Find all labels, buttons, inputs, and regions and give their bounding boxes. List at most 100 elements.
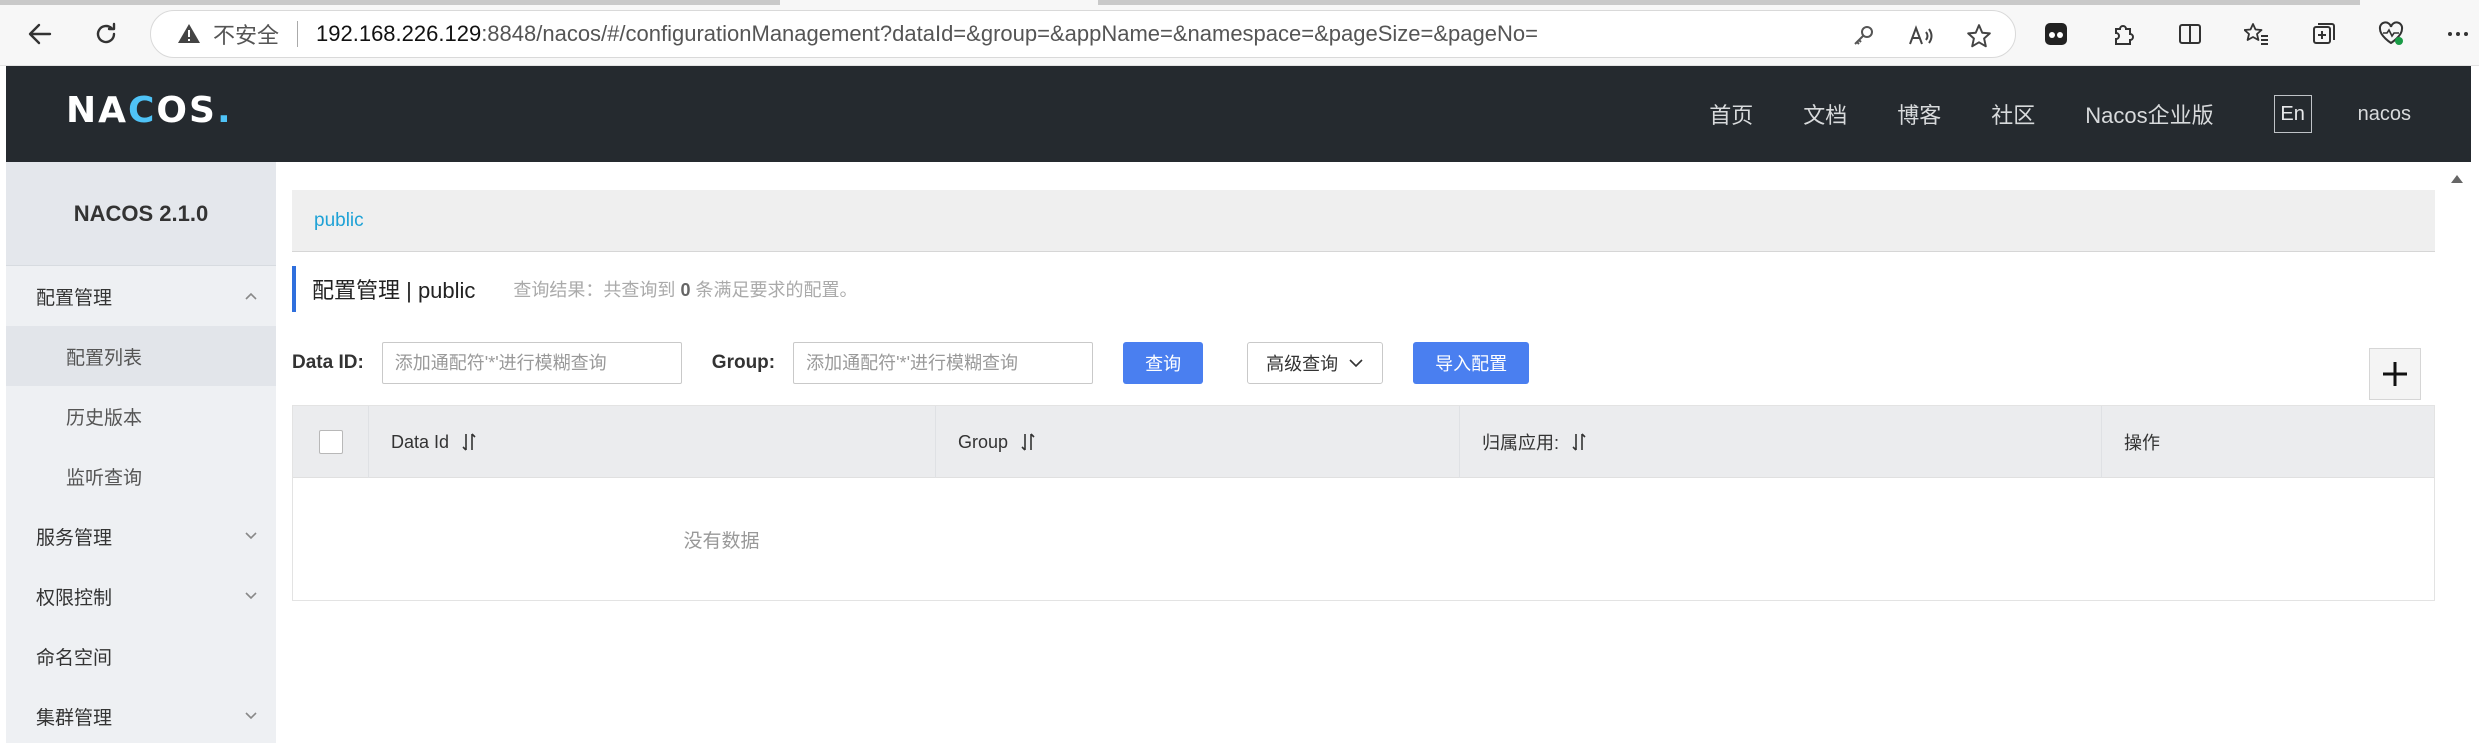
address-bar[interactable]: 不安全 192.168.226.129:8848/nacos/#/configu… — [150, 10, 2016, 58]
filter-bar: Data ID: Group: 查询 高级查询 导入配置 — [292, 342, 1530, 384]
table-header: Data Id Group 归属应用: 操作 — [293, 406, 2434, 478]
table-empty-state: 没有数据 — [683, 530, 760, 552]
column-label: Data Id — [391, 431, 450, 452]
namespace-bar: public — [292, 190, 2435, 252]
nacos-logo[interactable]: NACOS. — [66, 90, 233, 131]
result-prefix: 查询结果：共查询到 — [513, 280, 676, 300]
column-label: 归属应用: — [1482, 433, 1560, 453]
sidebar-item-listener-query[interactable]: 监听查询 — [6, 446, 276, 506]
logo-text-a: NA — [66, 90, 128, 131]
nav-enterprise[interactable]: Nacos企业版 — [2085, 98, 2213, 130]
browser-health-icon[interactable] — [2371, 14, 2411, 54]
back-arrow-icon — [28, 23, 52, 45]
column-label: 操作 — [2124, 433, 2160, 453]
chevron-up-icon — [245, 292, 257, 300]
main-content: public 配置管理 | public 查询结果：共查询到 0 条满足要求的配… — [276, 162, 2471, 743]
result-count: 0 — [680, 280, 691, 300]
favorite-star-icon[interactable] — [1963, 20, 1995, 52]
sidebar-item-config-management[interactable]: 配置管理 — [6, 266, 276, 326]
collections-icon[interactable] — [2304, 14, 2344, 54]
result-suffix: 条满足要求的配置。 — [695, 280, 858, 300]
warning-icon — [177, 22, 201, 46]
browser-extension-icons — [2036, 14, 2478, 54]
dataid-input[interactable] — [381, 342, 682, 384]
split-screen-icon[interactable] — [2170, 14, 2210, 54]
key-icon[interactable] — [1847, 20, 1879, 52]
sidebar-item-cluster-management[interactable]: 集群管理 — [6, 686, 276, 746]
chevron-down-icon — [245, 712, 257, 720]
scroll-up-arrow-icon[interactable] — [2450, 172, 2464, 186]
create-config-button[interactable] — [2369, 348, 2421, 400]
sidebar-item-label: 配置列表 — [66, 347, 143, 369]
tab-strip-edge — [1098, 0, 2360, 5]
tab-strip-edge — [0, 0, 780, 5]
column-header-group[interactable]: Group — [936, 406, 1460, 478]
page-title-text: 配置管理 | public — [312, 278, 476, 303]
plus-icon — [2383, 362, 2407, 386]
sidebar-item-config-list[interactable]: 配置列表 — [6, 326, 276, 386]
column-label: Group — [958, 431, 1009, 452]
url-host: 192.168.226.129 — [316, 21, 482, 46]
logo-text-c: OS — [156, 90, 217, 131]
advanced-query-button[interactable]: 高级查询 — [1247, 342, 1384, 384]
sidebar-item-label: 命名空间 — [36, 647, 113, 669]
sidebar-item-label: 历史版本 — [66, 407, 143, 429]
insecure-label[interactable]: 不安全 — [213, 18, 279, 50]
nav-blog[interactable]: 博客 — [1897, 98, 1941, 130]
extensions-puzzle-icon[interactable] — [2103, 14, 2143, 54]
namespace-link-public[interactable]: public — [314, 210, 364, 232]
nav-docs[interactable]: 文档 — [1803, 98, 1847, 130]
column-header-dataid[interactable]: Data Id — [369, 406, 936, 478]
page-title: 配置管理 | public 查询结果：共查询到 0 条满足要求的配置。 — [292, 266, 857, 312]
config-table: Data Id Group 归属应用: 操作 没有数据 — [292, 405, 2435, 601]
url-text[interactable]: 192.168.226.129:8848/nacos/#/configurati… — [316, 21, 1538, 47]
address-bar-icons — [1847, 20, 1995, 52]
app-header: NACOS. 首页 文档 博客 社区 Nacos企业版 En nacos — [6, 66, 2471, 162]
group-input[interactable] — [793, 342, 1094, 384]
header-nav: 首页 文档 博客 社区 Nacos企业版 En nacos — [1659, 66, 2471, 162]
logo-text-b: C — [128, 90, 157, 131]
query-button[interactable]: 查询 — [1123, 342, 1204, 384]
reload-icon — [96, 22, 116, 44]
language-toggle-button[interactable]: En — [2273, 95, 2312, 133]
chevron-down-icon — [245, 592, 257, 600]
sidebar-item-access-control[interactable]: 权限控制 — [6, 566, 276, 626]
select-all-checkbox[interactable] — [319, 430, 343, 454]
import-config-button[interactable]: 导入配置 — [1413, 342, 1530, 384]
user-menu[interactable]: nacos — [2358, 103, 2411, 126]
url-path: :8848/nacos/#/configurationManagement?da… — [481, 21, 1538, 46]
logo-text-dot: . — [216, 90, 233, 131]
sidebar-item-label: 服务管理 — [36, 527, 113, 549]
sidebar-version-title: NACOS 2.1.0 — [6, 162, 276, 266]
header-select-all — [293, 406, 369, 478]
sidebar-item-label: 监听查询 — [66, 467, 143, 489]
reload-button[interactable] — [86, 14, 126, 54]
nav-home[interactable]: 首页 — [1709, 98, 1753, 130]
advanced-query-label: 高级查询 — [1266, 354, 1339, 374]
sidebar: NACOS 2.1.0 配置管理 配置列表 历史版本 监听查询 服务管理 权限控… — [6, 162, 276, 743]
sidebar-item-label: 配置管理 — [36, 287, 113, 309]
column-header-actions: 操作 — [2102, 406, 2434, 478]
sidebar-item-label: 集群管理 — [36, 707, 113, 729]
sort-icon[interactable] — [459, 432, 479, 452]
more-menu-icon[interactable] — [2438, 14, 2478, 54]
sidebar-item-label: 权限控制 — [36, 587, 113, 609]
group-label: Group: — [711, 352, 776, 373]
sidebar-item-namespace[interactable]: 命名空间 — [6, 626, 276, 686]
address-separator — [297, 21, 299, 47]
favorites-list-icon[interactable] — [2237, 14, 2277, 54]
browser-toolbar: 不安全 192.168.226.129:8848/nacos/#/configu… — [0, 0, 2479, 66]
sort-icon[interactable] — [1569, 432, 1589, 452]
column-header-app[interactable]: 归属应用: — [1460, 406, 2102, 478]
sidebar-item-service-management[interactable]: 服务管理 — [6, 506, 276, 566]
extension-tile-icon[interactable] — [2036, 14, 2076, 54]
chevron-down-icon — [1349, 359, 1363, 368]
dataid-label: Data ID: — [292, 352, 364, 373]
sort-icon[interactable] — [1018, 432, 1038, 452]
query-result-summary: 查询结果：共查询到 0 条满足要求的配置。 — [513, 276, 857, 302]
read-aloud-icon[interactable] — [1905, 20, 1937, 52]
back-button[interactable] — [20, 14, 60, 54]
sidebar-item-history[interactable]: 历史版本 — [6, 386, 276, 446]
chevron-down-icon — [245, 532, 257, 540]
nav-community[interactable]: 社区 — [1991, 98, 2035, 130]
